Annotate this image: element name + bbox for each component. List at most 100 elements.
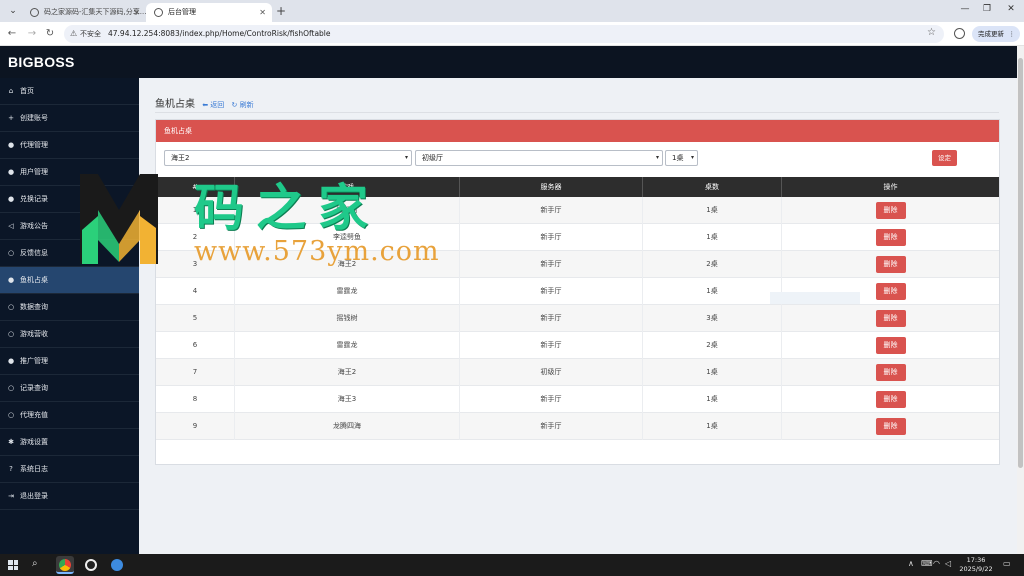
forward-arrow-icon[interactable]: → xyxy=(26,27,38,41)
cell-game: 海王3 xyxy=(235,386,460,413)
tray-chevron-icon[interactable]: ∧ xyxy=(908,559,914,568)
cell-table-count: 1桌 xyxy=(643,359,782,386)
sidebar-item-home[interactable]: ⌂ 首页 xyxy=(0,78,139,105)
sidebar-item-fish-table[interactable]: ● 鱼机占桌 xyxy=(0,267,139,294)
delete-button[interactable]: 删除 xyxy=(875,391,906,408)
browser-toolbar: ← → ↻ ⚠ 不安全 47.94.12.254:8083/index.php/… xyxy=(0,22,1024,46)
cell-actions: 删除 xyxy=(782,251,999,278)
cell-table-count: 1桌 xyxy=(643,413,782,440)
cell-game: 海王2 xyxy=(235,359,460,386)
cell-table-count: 2桌 xyxy=(643,251,782,278)
sidebar-item-label: 用户管理 xyxy=(20,168,48,176)
sidebar-item-promotion[interactable]: ● 推广管理 xyxy=(0,348,139,375)
column-header-actions: 操作 xyxy=(883,183,898,191)
minimize-window-icon[interactable]: — xyxy=(958,4,972,14)
cell-server: 新手厅 xyxy=(460,278,643,305)
watermark-title: 码之家 xyxy=(194,178,380,237)
bookmark-star-icon[interactable]: ☆ xyxy=(927,27,936,38)
sidebar-item-label: 反馈信息 xyxy=(20,249,48,257)
search-icon: ○ xyxy=(7,303,15,311)
table-row: 5 摇钱树 新手厅 3桌 删除 xyxy=(156,305,999,332)
cell-server: 新手厅 xyxy=(460,197,643,224)
close-tab-icon[interactable]: ✕ xyxy=(259,3,266,22)
taskbar-search-icon[interactable]: ⌕ xyxy=(32,558,38,569)
sidebar-item-label: 创建账号 xyxy=(20,114,48,122)
update-label: 完成更新 xyxy=(978,30,1004,38)
cell-server: 新手厅 xyxy=(460,224,643,251)
taskbar-clock[interactable]: 17:36 2025/9/22 xyxy=(958,556,994,574)
game-select[interactable]: 海王2 ▾ xyxy=(164,150,412,166)
delete-button[interactable]: 删除 xyxy=(875,229,906,246)
sidebar-item-data-query[interactable]: ○ 数据查询 xyxy=(0,294,139,321)
sidebar-item-record-query[interactable]: ○ 记录查询 xyxy=(0,375,139,402)
sidebar-item-system-log[interactable]: ? 系统日志 xyxy=(0,456,139,483)
page-scrollbar[interactable] xyxy=(1017,46,1024,554)
search-icon: ○ xyxy=(7,411,15,419)
browser-tab-source-site[interactable]: 码之家源码-汇集天下源码,分享... ✕ xyxy=(22,3,146,22)
delete-button[interactable]: 删除 xyxy=(875,202,906,219)
network-icon[interactable]: ⌨ xyxy=(921,559,933,568)
sidebar-item-agent-recharge[interactable]: ○ 代理充值 xyxy=(0,402,139,429)
home-icon: ⌂ xyxy=(8,87,14,95)
back-link[interactable]: ⬅ 返回 xyxy=(202,101,224,109)
app-taskbar-icon[interactable] xyxy=(108,556,126,574)
cell-table-count: 2桌 xyxy=(643,332,782,359)
reload-icon[interactable]: ↻ xyxy=(44,27,56,41)
logout-icon: ⇥ xyxy=(8,492,14,500)
windows-start-icon[interactable] xyxy=(8,560,18,570)
cell-server: 新手厅 xyxy=(460,251,643,278)
page-title: 鱼机占桌 xyxy=(155,99,195,110)
close-tab-icon[interactable]: ✕ xyxy=(133,3,140,22)
refresh-link[interactable]: ↻ 刷新 xyxy=(231,101,253,109)
tab-search-chevron-icon[interactable]: ⌄ xyxy=(6,4,20,18)
delete-button[interactable]: 删除 xyxy=(875,310,906,327)
cell-id: 4 xyxy=(156,278,235,305)
scrollbar-thumb[interactable] xyxy=(1018,58,1023,468)
delete-button[interactable]: 删除 xyxy=(875,256,906,273)
profile-icon[interactable] xyxy=(954,28,965,39)
restore-window-icon[interactable]: ❐ xyxy=(980,4,994,14)
wifi-icon[interactable]: ◠ xyxy=(933,559,940,568)
search-icon: ○ xyxy=(7,249,15,257)
speaker-icon[interactable]: ◁ xyxy=(945,559,951,568)
chevron-down-icon: ▾ xyxy=(655,154,659,161)
browser-tab-admin[interactable]: 后台管理 ✕ xyxy=(146,3,272,22)
header-divider xyxy=(155,112,999,113)
delete-button[interactable]: 删除 xyxy=(875,337,906,354)
chrome-taskbar-icon[interactable] xyxy=(56,556,74,574)
back-arrow-icon[interactable]: ← xyxy=(6,27,18,41)
cell-game: 摇钱树 xyxy=(235,305,460,332)
delete-button[interactable]: 删除 xyxy=(875,418,906,435)
notifications-icon[interactable]: ▭ xyxy=(1003,559,1011,568)
set-button[interactable]: 设定 xyxy=(932,150,957,166)
brand-logo[interactable]: BIGBOSS xyxy=(8,54,75,70)
sidebar-item-agent-management[interactable]: ● 代理管理 xyxy=(0,132,139,159)
address-bar[interactable]: ⚠ 不安全 47.94.12.254:8083/index.php/Home/C… xyxy=(64,25,944,43)
os-taskbar: ⌕ ∧ ⌨ ◠ ◁ 17:36 2025/9/22 ▭ xyxy=(0,554,1024,576)
delete-button[interactable]: 删除 xyxy=(875,283,906,300)
clock-date: 2025/9/22 xyxy=(959,565,993,573)
warning-icon: ⚠ xyxy=(70,29,78,38)
sidebar-item-label: 推广管理 xyxy=(20,357,48,365)
sidebar-item-create-account[interactable]: + 创建账号 xyxy=(0,105,139,132)
server-select[interactable]: 初级厅 ▾ xyxy=(415,150,663,166)
search-icon: ○ xyxy=(7,330,15,338)
cell-actions: 删除 xyxy=(782,386,999,413)
cell-server: 新手厅 xyxy=(460,305,643,332)
table-number-select[interactable]: 1桌 ▾ xyxy=(665,150,698,166)
cell-table-count: 1桌 xyxy=(643,278,782,305)
clock-time: 17:36 xyxy=(966,556,986,564)
sidebar-item-game-revenue[interactable]: ○ 游戏营收 xyxy=(0,321,139,348)
user-icon: ● xyxy=(7,195,15,203)
qq-taskbar-icon[interactable] xyxy=(82,556,100,574)
delete-button[interactable]: 删除 xyxy=(875,364,906,381)
new-tab-plus-icon[interactable]: + xyxy=(276,3,286,19)
close-window-icon[interactable]: ✕ xyxy=(1004,4,1018,14)
sidebar-item-logout[interactable]: ⇥ 退出登录 xyxy=(0,483,139,510)
main-content: 鱼机占桌 ⬅ 返回 ↻ 刷新 鱼机占桌 海王2 ▾ 初级厅 ▾ 1桌 ▾ 设定 # 游… xyxy=(139,78,1017,554)
sidebar-item-game-settings[interactable]: ✱ 游戏设置 xyxy=(0,429,139,456)
table-row: 4 雷霆龙 新手厅 1桌 删除 xyxy=(156,278,999,305)
cell-actions: 删除 xyxy=(782,413,999,440)
cell-server: 新手厅 xyxy=(460,386,643,413)
update-button[interactable]: 完成更新 ⋮ xyxy=(972,26,1020,42)
